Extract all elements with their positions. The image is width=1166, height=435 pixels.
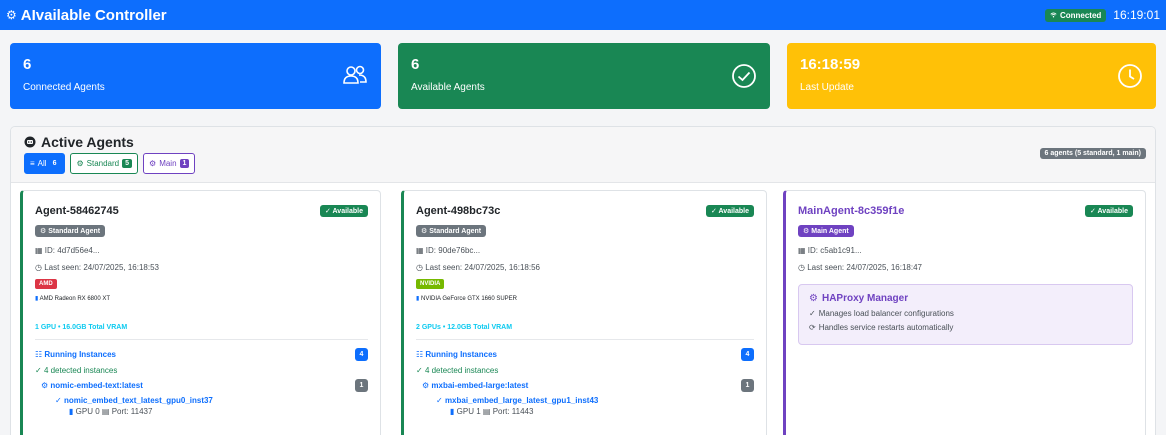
running-instances-header[interactable]: ☷ Running Instances 4 [35, 348, 368, 361]
gear-icon: ⚙ [809, 293, 818, 304]
agent-type-badge: ⚙ Main Agent [798, 225, 854, 237]
stat-label: Last Update [800, 82, 854, 93]
model-row[interactable]: ⚙ mxbai-embed-large:latest 1 [422, 379, 754, 392]
filter-label: Standard [86, 159, 120, 168]
wifi-icon [1050, 12, 1057, 18]
gear-logo-icon: ⚙ [6, 8, 17, 22]
filter-label: All [37, 159, 47, 168]
filter-label: Main [159, 159, 177, 168]
stat-label: Available Agents [411, 82, 485, 93]
haproxy-title: HAProxy Manager [821, 293, 909, 304]
gpu-model: ▮ AMD Radeon RX 6800 XT [35, 296, 111, 302]
model-count-badge: 1 [355, 379, 368, 392]
status-badge: ✓ Available [319, 205, 368, 217]
haproxy-feature: ✓ Manages load balancer configurations [809, 309, 954, 318]
detected-instances: ✓ 4 detected instances [416, 366, 499, 375]
agents-summary-badge: 6 agents (5 standard, 1 main) [1039, 148, 1146, 159]
connection-status: Connected [1059, 10, 1102, 20]
model-count-badge: 1 [741, 379, 754, 392]
check-circle-icon [732, 64, 756, 88]
database-icon: ☷ [416, 350, 424, 359]
agent-name: Agent-498bc73c [416, 205, 501, 217]
agent-last-seen: ◷ Last seen: 24/07/2025, 16:18:53 [35, 263, 159, 272]
cube-icon: ⚙ [41, 381, 49, 390]
vram-summary: 1 GPU • 16.0GB Total VRAM [35, 324, 128, 331]
gpu-model: ▮ NVIDIA GeForce GTX 1660 SUPER [416, 296, 518, 302]
stat-value: 16:18:59 [800, 56, 861, 73]
brand[interactable]: ⚙ AIvailable Controller [6, 7, 167, 24]
gpu-icon: ▮ [69, 407, 74, 416]
haproxy-manager-box: ⚙ HAProxy Manager ✓ Manages load balance… [798, 284, 1133, 345]
filter-standard-button[interactable]: ⚙ Standard 5 [70, 153, 139, 174]
running-instances-header[interactable]: ☷ Running Instances 4 [416, 348, 754, 361]
list-icon: ≡ [30, 159, 35, 168]
id-card-icon: ▦ [35, 246, 43, 255]
agent-card[interactable]: Agent-58462745 ✓ Available ⚙ Standard Ag… [20, 190, 381, 435]
divider [416, 339, 754, 340]
agent-type-badge: ⚙ Standard Agent [35, 225, 106, 237]
filter-count: 1 [179, 159, 190, 168]
running-count-badge: 4 [355, 348, 368, 361]
agent-last-seen: ◷ Last seen: 24/07/2025, 16:18:47 [798, 263, 922, 272]
current-time: 16:19:01 [1113, 8, 1160, 22]
database-icon: ☷ [35, 350, 43, 359]
gpu-icon: ▮ [416, 296, 420, 302]
agent-last-seen: ◷ Last seen: 24/07/2025, 16:18:56 [416, 263, 540, 272]
id-card-icon: ▦ [416, 246, 424, 255]
app-title: AIvailable Controller [20, 6, 167, 24]
agent-name: Agent-58462745 [35, 205, 119, 217]
server-icon: ▤ [482, 407, 491, 416]
clock-icon: ◷ [798, 263, 805, 272]
instance-meta: ▮ GPU 1 ▤ Port: 11443 [450, 407, 534, 416]
filter-all-button[interactable]: ≡ All 6 [24, 153, 66, 174]
check-circle-icon: ✓ [809, 309, 816, 318]
detected-instances: ✓ 4 detected instances [35, 366, 118, 375]
agent-id: ▦ ID: 90de76bc... [416, 246, 481, 255]
filter-count: 5 [122, 159, 133, 168]
main-agent-card[interactable]: MainAgent-8c359f1e ✓ Available ⚙ Main Ag… [783, 190, 1146, 435]
cube-icon: ⚙ [422, 381, 430, 390]
id-card-icon: ▦ [798, 246, 806, 255]
agent-id: ▦ ID: 4d7d56e4... [35, 246, 100, 255]
stat-available-agents: 6 Available Agents [398, 43, 770, 109]
robot-icon [24, 136, 36, 148]
gpu-icon: ▮ [450, 407, 455, 416]
top-navbar: ⚙ AIvailable Controller Connected 16:19:… [0, 0, 1166, 30]
restart-icon: ⟳ [809, 323, 816, 332]
agent-id: ▦ ID: c5ab1c91... [798, 246, 862, 255]
clock-icon: ◷ [35, 263, 42, 272]
server-icon: ▤ [101, 407, 110, 416]
vendor-badge: NVIDIA [416, 279, 445, 289]
divider [35, 339, 368, 340]
status-badge: ✓ Available [1084, 205, 1133, 217]
filter-main-button[interactable]: ⚙ Main 1 [143, 153, 196, 174]
stat-last-update: 16:18:59 Last Update [787, 43, 1156, 109]
gpu-icon: ▮ [35, 296, 39, 302]
instance-name[interactable]: ✓ nomic_embed_text_latest_gpu0_inst37 [55, 396, 368, 405]
running-count-badge: 4 [741, 348, 754, 361]
instance-meta: ▮ GPU 0 ▤ Port: 11437 [69, 407, 153, 416]
haproxy-feature: ⟳ Handles service restarts automatically [809, 323, 954, 332]
panel-title: Active Agents [41, 134, 134, 150]
stat-label: Connected Agents [23, 82, 105, 93]
vendor-badge: AMD [35, 279, 57, 289]
agent-type-badge: ⚙ Standard Agent [416, 225, 487, 237]
stat-value: 6 [411, 56, 420, 73]
model-row[interactable]: ⚙ nomic-embed-text:latest 1 [41, 379, 368, 392]
stat-value: 6 [23, 56, 32, 73]
filter-count: 6 [49, 159, 60, 168]
stat-connected-agents: 6 Connected Agents [10, 43, 381, 109]
connection-badge: Connected [1044, 8, 1107, 22]
panel-header: Active Agents ≡ All 6 ⚙ Standard 5 ⚙ Mai… [11, 127, 1155, 183]
agent-name: MainAgent-8c359f1e [798, 205, 905, 217]
gear-icon: ⚙ [76, 159, 84, 168]
status-badge: ✓ Available [705, 205, 754, 217]
instance-name[interactable]: ✓ mxbai_embed_large_latest_gpu1_inst43 [436, 396, 754, 405]
vram-summary: 2 GPUs • 12.0GB Total VRAM [416, 324, 513, 331]
users-icon [343, 65, 367, 84]
clock-icon: ◷ [416, 263, 423, 272]
clock-icon [1118, 64, 1142, 88]
agent-card[interactable]: Agent-498bc73c ✓ Available ⚙ Standard Ag… [401, 190, 767, 435]
gear-icon: ⚙ [149, 159, 157, 168]
